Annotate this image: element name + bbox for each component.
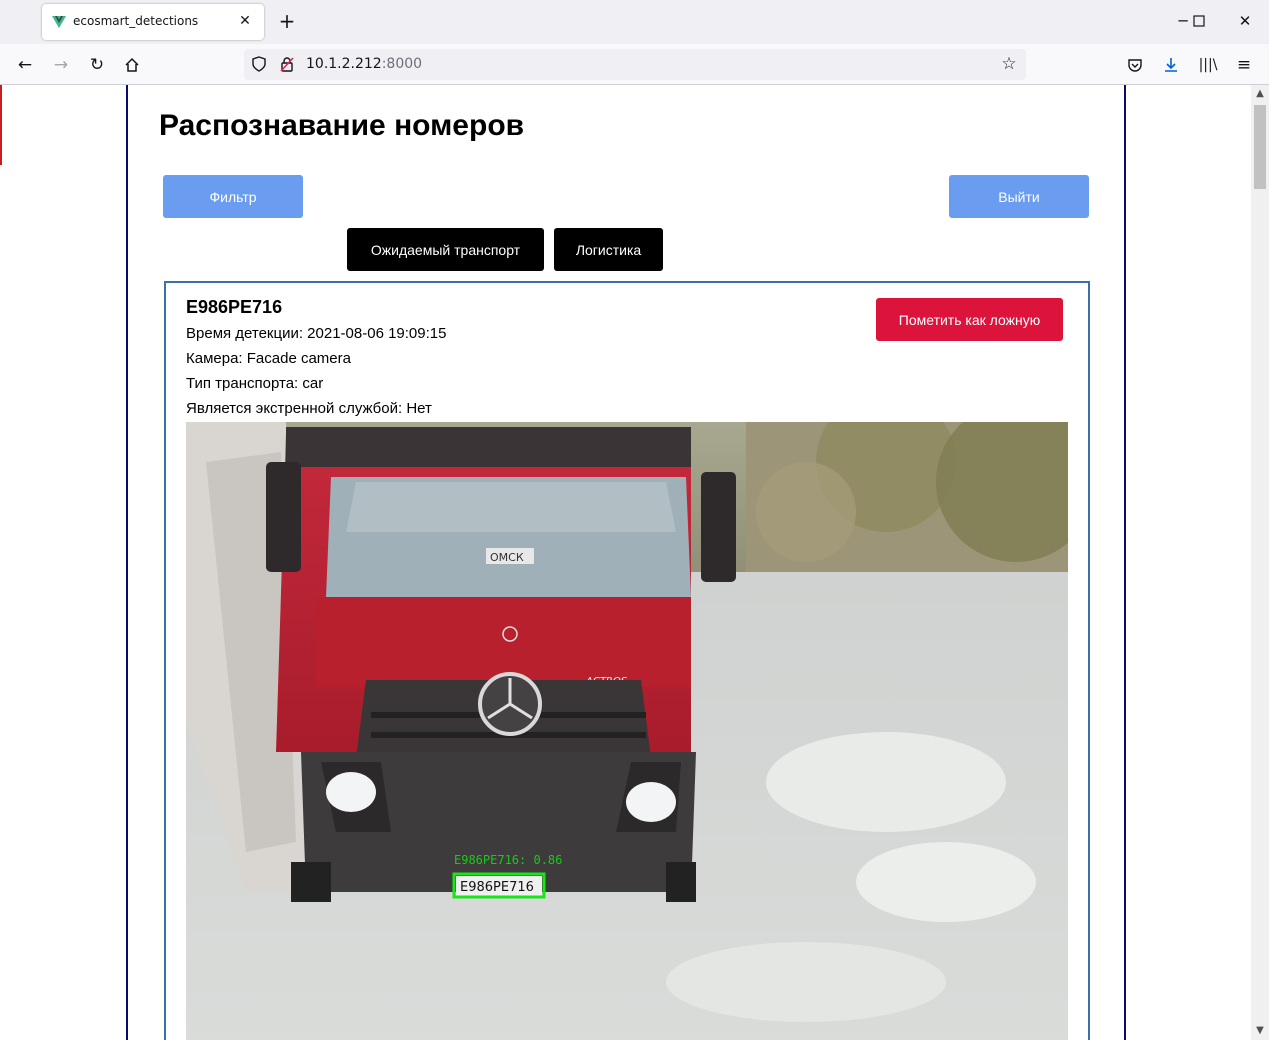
page-scrollbar[interactable]: ▲ ▼ [1251,85,1269,1040]
page-viewport: Распознавание номеров Фильтр Выйти Ожида… [0,85,1251,1040]
url-text: 10.1.2.212:8000 [306,56,422,72]
new-tab-icon[interactable]: + [275,9,299,33]
scroll-thumb[interactable] [1254,105,1266,189]
main-container: Распознавание номеров Фильтр Выйти Ожида… [126,85,1126,1040]
truck-photo: ОМСК ACTROS [186,422,1068,1040]
downloads-icon[interactable] [1158,52,1184,78]
insecure-lock-icon[interactable] [274,51,300,77]
vehicle-type: Тип транспорта: car [186,375,324,392]
detection-camera: Камера: Facade camera [186,350,351,367]
home-icon[interactable] [119,52,145,78]
page-title: Распознавание номеров [159,109,525,142]
image-plate-text: E986PE716 [460,880,534,895]
detection-card: E986PE716 Время детекции: 2021-08-06 19:… [164,281,1090,1040]
address-bar[interactable]: 10.1.2.212:8000 ☆ [244,49,1026,80]
window-close-icon[interactable]: ✕ [1230,8,1260,34]
pocket-icon[interactable] [1122,52,1148,78]
tab-bar: ecosmart_detections ✕ + ─ ✕ [0,0,1269,44]
scroll-down-icon[interactable]: ▼ [1255,1026,1265,1036]
filter-button[interactable]: Фильтр [163,175,303,218]
back-icon[interactable]: ← [12,52,38,78]
detection-overlay-label: E986PE716: 0.86 [454,853,562,867]
nav-bar: ← → ↻ 10.1.2.212:8000 ☆ |||\ ≡ [0,44,1269,85]
logout-button[interactable]: Выйти [949,175,1089,218]
library-icon[interactable]: |||\ [1195,52,1221,78]
windshield-sign: ОМСК [490,551,524,564]
detection-image: ОМСК ACTROS [186,422,1068,1040]
url-host: 10.1.2.212 [306,56,382,72]
mark-false-button[interactable]: Пометить как ложную [876,298,1063,341]
reload-icon[interactable]: ↻ [84,52,110,78]
menu-icon[interactable]: ≡ [1231,52,1257,78]
logistics-button[interactable]: Логистика [554,228,663,271]
close-tab-icon[interactable]: ✕ [234,10,256,32]
tab-title: ecosmart_detections [73,14,199,28]
url-port: :8000 [381,56,423,72]
detection-time: Время детекции: 2021-08-06 19:09:15 [186,325,447,342]
bookmark-star-icon[interactable]: ☆ [996,51,1022,77]
plate-number: E986PE716 [186,297,283,317]
expected-transport-button[interactable]: Ожидаемый транспорт [347,228,544,271]
forward-icon[interactable]: → [48,52,74,78]
left-edge-marker [0,85,2,165]
browser-tab[interactable]: ecosmart_detections ✕ [42,4,264,40]
maximize-icon[interactable] [1184,8,1214,34]
emergency-service: Является экстренной службой: Нет [186,400,432,417]
vue-logo-icon [52,16,66,28]
shield-icon[interactable] [246,51,272,77]
scroll-up-icon[interactable]: ▲ [1255,89,1265,99]
